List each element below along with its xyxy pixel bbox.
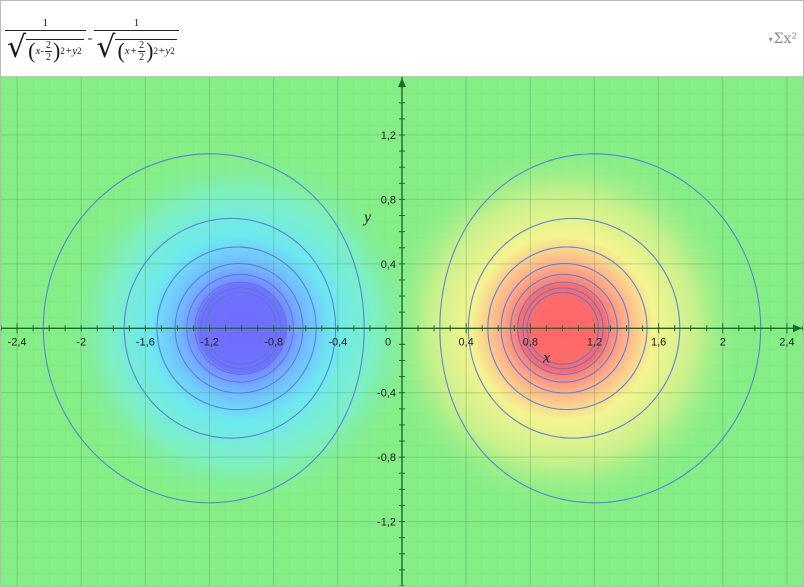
- radicand-1: ( x - 2 2 ) 2 +y 2: [26, 38, 84, 63]
- small-fraction-2: 2 2: [138, 39, 146, 63]
- x-tick-label: 2,4: [779, 336, 794, 348]
- small-frac-den-2: 2: [138, 50, 146, 63]
- exponent-y-2: 2: [170, 46, 175, 56]
- sqrt-icon: √: [7, 29, 27, 65]
- fraction-positive-term: 1 √ ( x - 2 2 ) 2 +y 2: [5, 16, 86, 63]
- sigma-icon: Σx²: [773, 31, 797, 47]
- x-tick-label: 2: [720, 336, 726, 348]
- formula-bar[interactable]: 1 √ ( x - 2 2 ) 2 +y 2 - 1 √ (x + 2 2)…: [1, 1, 803, 77]
- paren-close-icon: ): [53, 38, 61, 63]
- x-tick-label: 0,4: [459, 336, 474, 348]
- plus-sign: +: [129, 45, 138, 57]
- x-axis-label: x: [542, 349, 550, 366]
- denominator-1: √ ( x - 2 2 ) 2 +y 2: [5, 29, 86, 65]
- equation-menu-button[interactable]: ▾ Σx²: [769, 31, 797, 47]
- plus-y-2: +y: [157, 45, 171, 57]
- minus-operator: -: [87, 31, 93, 46]
- x-tick-label: -0,4: [328, 336, 347, 348]
- y-tick-label: 1,2: [381, 130, 396, 142]
- y-tick-label: -0,8: [377, 452, 396, 464]
- x-tick-label: -2,4: [8, 336, 27, 348]
- x-tick-label: 0,8: [523, 336, 538, 348]
- paren-close-icon: ): [146, 38, 154, 63]
- plus-y-1: +y: [64, 45, 78, 57]
- small-fraction-1: 2 2: [45, 39, 53, 63]
- paren-open-icon: (: [117, 38, 125, 63]
- fraction-negative-term: 1 √ ( x + 2 2 ) 2 +y 2: [94, 16, 179, 65]
- numerator-1: 1: [42, 16, 49, 29]
- y-tick-label: 0,8: [381, 194, 396, 206]
- y-axis-label: y: [362, 209, 372, 226]
- x-tick-label: 0: [385, 336, 391, 348]
- x-tick-label: -0,8: [264, 336, 283, 348]
- x-tick-label: 1,2: [587, 336, 602, 348]
- denominator-2: √ ( x + 2 2 ) 2 +y 2: [94, 29, 179, 65]
- x-tick-label: 1,6: [651, 336, 666, 348]
- small-frac-num-2: 2: [139, 39, 145, 51]
- y-tick-label: -1,2: [377, 517, 396, 529]
- x-tick-label: -1,6: [136, 336, 155, 348]
- y-tick-label: -0,4: [377, 388, 396, 400]
- dropdown-triangle-icon: ▾: [768, 34, 773, 44]
- minus-sign: -: [40, 45, 45, 57]
- y-tick-label: 0,4: [381, 259, 396, 271]
- numerator-2: 1: [133, 16, 140, 29]
- small-frac-den-1: 2: [45, 50, 53, 63]
- grapher-window: 1 √ ( x - 2 2 ) 2 +y 2 - 1 √ (x + 2 2)…: [0, 0, 804, 587]
- small-frac-num-1: 2: [46, 39, 52, 51]
- graph-canvas[interactable]: -2,4 -2 -1,6 -1,2 -0,8 -0,4 0 0,4 0,8 1,2 1,6 2 2,4 1…: [1, 77, 803, 586]
- x-tick-label: -1,2: [200, 336, 219, 348]
- sqrt-icon: √: [96, 29, 116, 65]
- x-tick-label: -2: [76, 336, 86, 348]
- radicand-2: ( x + 2 2 ) 2 +y 2: [115, 38, 177, 63]
- formula-expression[interactable]: 1 √ ( x - 2 2 ) 2 +y 2 - 1 √ (x + 2 2)…: [5, 9, 179, 69]
- exponent-y-1: 2: [77, 46, 82, 56]
